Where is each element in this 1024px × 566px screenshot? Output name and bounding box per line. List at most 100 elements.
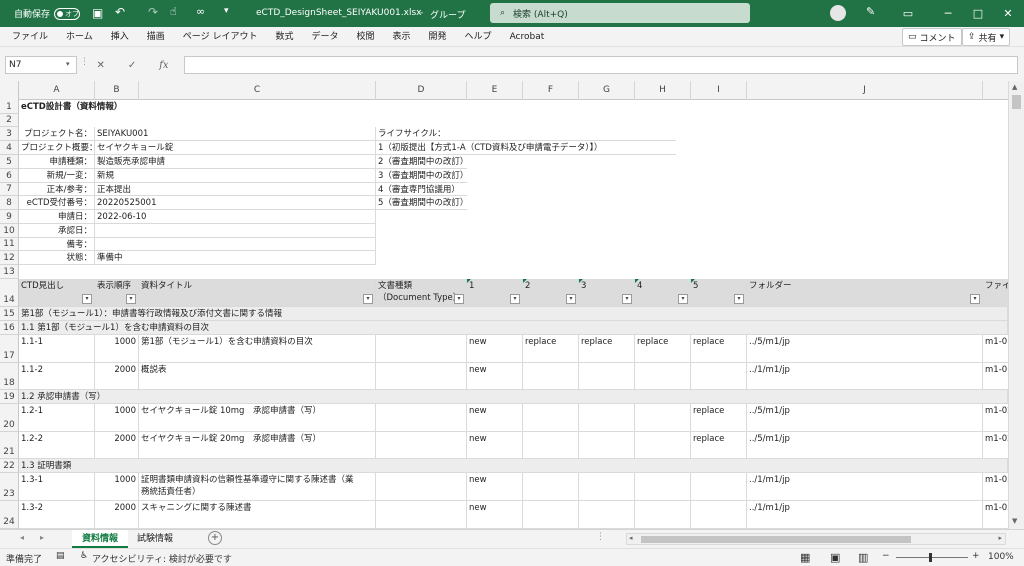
filter-icon[interactable]: ▾ bbox=[734, 294, 744, 304]
header-file[interactable]: ファイル bbox=[983, 279, 1008, 307]
r21-lc2[interactable] bbox=[523, 432, 579, 459]
search-box[interactable]: ⌕ 検索 (Alt+Q) bbox=[490, 3, 750, 23]
page-break-view-icon[interactable]: ▥ bbox=[858, 551, 868, 564]
vertical-scroll-thumb[interactable] bbox=[1012, 95, 1021, 109]
tab-view[interactable]: 表示 bbox=[384, 27, 420, 47]
r23-ctd[interactable]: 1.3-1 bbox=[19, 473, 95, 501]
scroll-down-icon[interactable]: ▼ bbox=[1012, 517, 1017, 525]
redo-icon[interactable]: ↷ bbox=[148, 5, 158, 19]
filter-icon[interactable]: ▾ bbox=[510, 294, 520, 304]
avatar[interactable] bbox=[830, 5, 846, 21]
cell-mode-icon[interactable]: ▤ bbox=[56, 551, 65, 561]
column-header-a[interactable]: A bbox=[19, 81, 95, 100]
value-approval-date[interactable] bbox=[95, 224, 376, 238]
header-lc5[interactable]: 5 ▾ bbox=[691, 279, 747, 307]
r24-lc2[interactable] bbox=[523, 501, 579, 529]
r23-lc1[interactable]: new bbox=[467, 473, 523, 501]
r23-order[interactable]: 1000 bbox=[95, 473, 139, 501]
r20-file[interactable]: m1-02 bbox=[983, 404, 1008, 432]
tab-page-layout[interactable]: ページ レイアウト bbox=[174, 27, 267, 47]
customize-icon[interactable]: ∞ bbox=[196, 5, 205, 18]
r18-lc1[interactable]: new bbox=[467, 363, 523, 390]
ribbon-display-icon[interactable]: ▭ bbox=[888, 0, 928, 27]
value-new-change[interactable]: 新規 bbox=[95, 169, 376, 183]
enter-icon[interactable]: ✓ bbox=[128, 60, 136, 71]
lifecycle-4[interactable]: 4（審査専門協議用） bbox=[376, 183, 467, 196]
r23-file[interactable]: m1-03 bbox=[983, 473, 1008, 501]
r24-doctype[interactable] bbox=[376, 501, 467, 529]
r18-lc4[interactable] bbox=[635, 363, 691, 390]
r21-file[interactable]: m1-02 bbox=[983, 432, 1008, 459]
share-button[interactable]: ⇪ 共有 ▾ bbox=[962, 28, 1011, 46]
row-header-22[interactable]: 22 bbox=[0, 459, 19, 473]
r20-lc2[interactable] bbox=[523, 404, 579, 432]
column-header-b[interactable]: B bbox=[95, 81, 139, 100]
r17-lc2[interactable]: replace bbox=[523, 335, 579, 363]
filter-icon[interactable]: ▾ bbox=[970, 294, 980, 304]
r17-lc5[interactable]: replace bbox=[691, 335, 747, 363]
filter-icon[interactable]: ▾ bbox=[363, 294, 373, 304]
filter-icon[interactable]: ▾ bbox=[622, 294, 632, 304]
r18-folder[interactable]: ../1/m1/jp bbox=[747, 363, 983, 390]
row-header-7[interactable]: 7 bbox=[0, 183, 19, 196]
label-original-reference[interactable]: 正本/参考： bbox=[19, 183, 95, 196]
close-icon[interactable]: ✕ bbox=[988, 0, 1024, 27]
r18-lc2[interactable] bbox=[523, 363, 579, 390]
zoom-level[interactable]: 100% bbox=[988, 552, 1014, 562]
header-folder[interactable]: フォルダー ▾ bbox=[747, 279, 983, 307]
name-box-dropdown-icon[interactable]: ▾ bbox=[66, 60, 70, 68]
r20-doctype[interactable] bbox=[376, 404, 467, 432]
r18-doctype[interactable] bbox=[376, 363, 467, 390]
r17-lc1[interactable]: new bbox=[467, 335, 523, 363]
scroll-left-icon[interactable]: ◂ bbox=[629, 534, 633, 542]
r17-file[interactable]: m1-01 bbox=[983, 335, 1008, 363]
r17-lc4[interactable]: replace bbox=[635, 335, 691, 363]
filter-icon[interactable]: ▾ bbox=[82, 294, 92, 304]
insert-function-icon[interactable]: fx bbox=[159, 60, 168, 71]
section-1-2[interactable]: 1.2 承認申請書（写） bbox=[19, 390, 1008, 404]
r24-folder[interactable]: ../1/m1/jp bbox=[747, 501, 983, 529]
value-status[interactable]: 準備中 bbox=[95, 251, 376, 265]
tab-formulas[interactable]: 数式 bbox=[266, 27, 302, 47]
row-header-2[interactable]: 2 bbox=[0, 114, 19, 127]
add-sheet-icon[interactable]: + bbox=[208, 531, 222, 545]
value-project-name[interactable]: SEIYAKU001 bbox=[95, 127, 376, 141]
label-project-summary[interactable]: プロジェクト概要： bbox=[19, 141, 95, 155]
r18-file[interactable]: m1-01 bbox=[983, 363, 1008, 390]
header-lc1[interactable]: 1 ▾ bbox=[467, 279, 523, 307]
r20-ctd[interactable]: 1.2-1 bbox=[19, 404, 95, 432]
worksheet-grid[interactable]: A B C D E F G H I J 1 2 3 4 5 6 7 8 9 10… bbox=[0, 81, 1008, 529]
column-header-k[interactable] bbox=[983, 81, 1008, 100]
accessibility-status[interactable]: アクセシビリティ: 検討が必要です bbox=[92, 552, 232, 565]
r24-lc5[interactable] bbox=[691, 501, 747, 529]
r23-folder[interactable]: ../1/m1/jp bbox=[747, 473, 983, 501]
r24-lc3[interactable] bbox=[579, 501, 635, 529]
header-doc-title[interactable]: 資料タイトル ▾ bbox=[139, 279, 376, 307]
label-new-change[interactable]: 新規/一変： bbox=[19, 169, 95, 183]
row-header-5[interactable]: 5 bbox=[0, 155, 19, 169]
tab-splitter-icon[interactable]: ⋮ bbox=[596, 532, 605, 542]
r21-ctd[interactable]: 1.2-2 bbox=[19, 432, 95, 459]
horizontal-scrollbar[interactable]: ◂ ▸ bbox=[626, 533, 1006, 545]
row-header-12[interactable]: 12 bbox=[0, 251, 19, 265]
column-header-d[interactable]: D bbox=[376, 81, 467, 100]
undo-icon[interactable]: ↶ bbox=[115, 5, 125, 19]
touch-mode-icon[interactable]: ☝ bbox=[170, 5, 177, 18]
zoom-out-icon[interactable]: − bbox=[882, 551, 890, 561]
lifecycle-2[interactable]: 2（審査期間中の改訂） bbox=[376, 155, 467, 169]
r23-lc4[interactable] bbox=[635, 473, 691, 501]
sheet-title[interactable]: eCTD設計書（資料情報） bbox=[19, 100, 219, 114]
sheet-tab-study-info[interactable]: 試験情報 bbox=[127, 530, 183, 548]
row-header-19[interactable]: 19 bbox=[0, 390, 19, 404]
r24-lc1[interactable]: new bbox=[467, 501, 523, 529]
r17-order[interactable]: 1000 bbox=[95, 335, 139, 363]
sheet-tab-document-info[interactable]: 資料情報 bbox=[72, 530, 129, 548]
r20-lc1[interactable]: new bbox=[467, 404, 523, 432]
tab-draw[interactable]: 描画 bbox=[138, 27, 174, 47]
label-application-type[interactable]: 申請種類： bbox=[19, 155, 95, 169]
r21-doctype[interactable] bbox=[376, 432, 467, 459]
row-header-1[interactable]: 1 bbox=[0, 100, 19, 114]
r23-lc2[interactable] bbox=[523, 473, 579, 501]
tab-acrobat[interactable]: Acrobat bbox=[501, 27, 554, 47]
save-icon[interactable]: ▣ bbox=[92, 6, 103, 20]
